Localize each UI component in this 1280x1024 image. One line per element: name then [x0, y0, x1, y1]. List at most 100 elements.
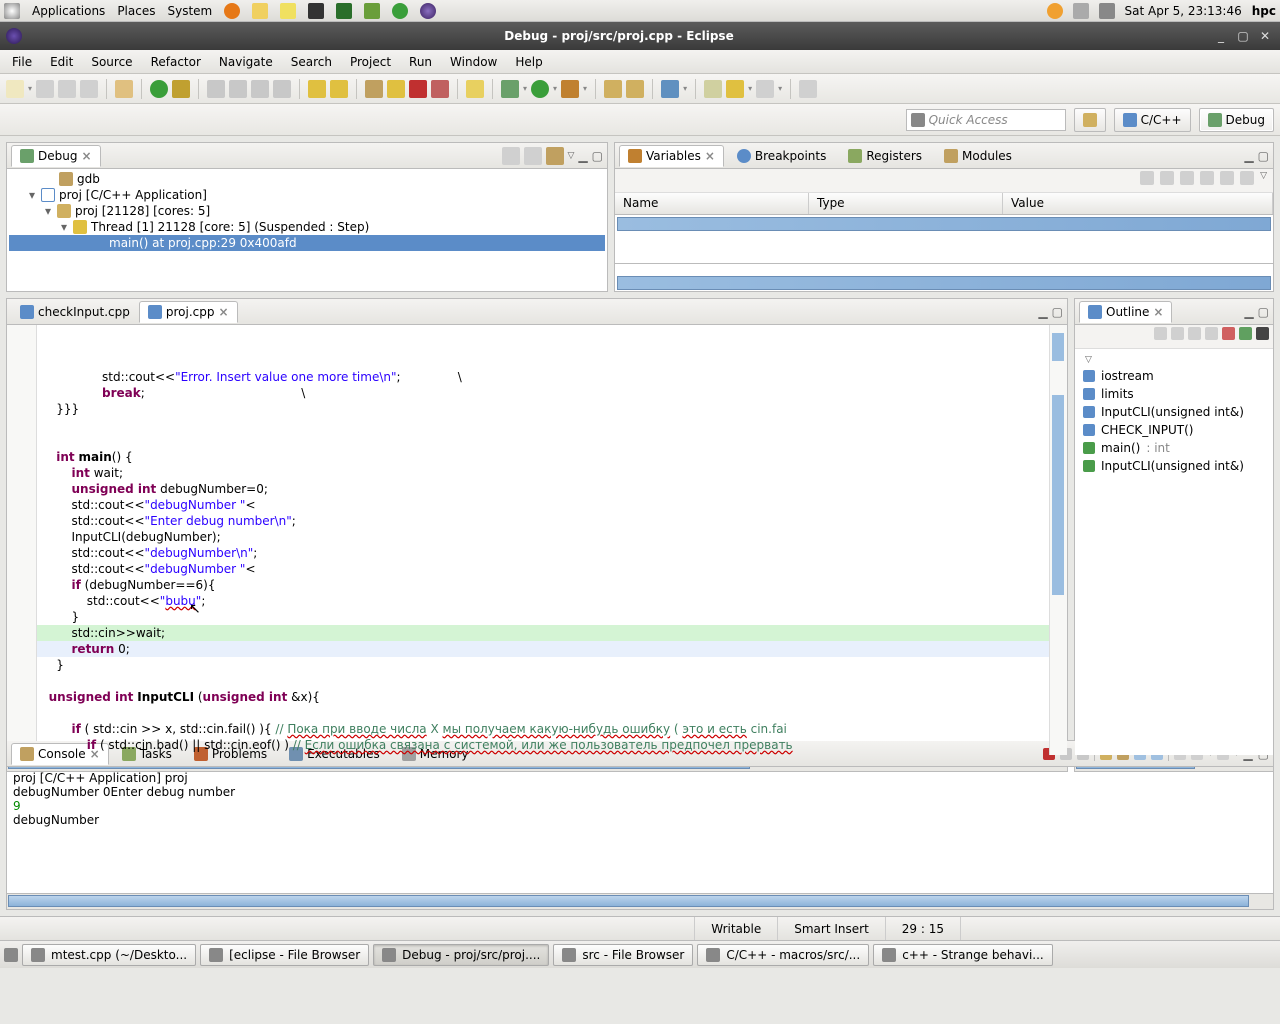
- code-line[interactable]: unsigned int InputCLI (unsigned int &x){: [37, 689, 1049, 705]
- code-line[interactable]: std::cout<<"debugNumber\n";: [37, 545, 1049, 561]
- taskbar-item[interactable]: mtest.cpp (~/Deskto...: [22, 944, 196, 966]
- menu-applications[interactable]: Applications: [32, 4, 105, 18]
- view-menu-icon[interactable]: ▽: [568, 151, 575, 161]
- code-line[interactable]: std::cout<<"debugNumber "<: [37, 497, 1049, 513]
- outline-item[interactable]: InputCLI(unsigned int&): [1079, 403, 1269, 421]
- code-line[interactable]: }: [37, 609, 1049, 625]
- taskbar-item[interactable]: C/C++ - macros/src/...: [697, 944, 869, 966]
- outline-tb-3[interactable]: [1188, 327, 1201, 340]
- outline-item[interactable]: main() : int: [1079, 439, 1269, 457]
- app-icon-3[interactable]: [336, 3, 352, 19]
- outline-item[interactable]: InputCLI(unsigned int&): [1079, 457, 1269, 475]
- close-button[interactable]: ✕: [1256, 27, 1274, 45]
- vars-scrollbar-2[interactable]: [617, 276, 1271, 290]
- collapse-all-icon[interactable]: ▽: [1079, 353, 1269, 367]
- code-line[interactable]: std::cout<<"debugNumber "<: [37, 561, 1049, 577]
- registers-tab[interactable]: Registers: [839, 145, 931, 166]
- col-type[interactable]: Type: [809, 193, 1003, 214]
- editor-tab-checkinput[interactable]: checkInput.cpp: [11, 301, 139, 322]
- vars-tb-5[interactable]: [1220, 171, 1234, 185]
- weather-icon[interactable]: [1047, 3, 1063, 19]
- minimize-view-icon[interactable]: ▁: [1244, 149, 1253, 163]
- vars-tb-6[interactable]: [1240, 171, 1254, 185]
- nav-fwd-icon[interactable]: [330, 80, 348, 98]
- minimize-view-icon[interactable]: ▁: [1244, 305, 1253, 319]
- maximize-view-icon[interactable]: ▢: [1258, 305, 1269, 319]
- code-line[interactable]: break; \: [37, 385, 1049, 401]
- code-line[interactable]: std::cin>>wait;: [37, 625, 1049, 641]
- modules-tab[interactable]: Modules: [935, 145, 1021, 166]
- restart-icon[interactable]: [431, 80, 449, 98]
- save-icon[interactable]: [36, 80, 54, 98]
- maximize-view-icon[interactable]: ▢: [1258, 149, 1269, 163]
- resume-icon[interactable]: [150, 80, 168, 98]
- breakpoints-tab[interactable]: Breakpoints: [728, 145, 835, 166]
- overview-ruler[interactable]: [1049, 325, 1067, 755]
- code-line[interactable]: int main() {: [37, 449, 1049, 465]
- code-line[interactable]: unsigned int debugNumber=0;: [37, 481, 1049, 497]
- menu-navigate[interactable]: Navigate: [211, 53, 281, 71]
- outline-tb-4[interactable]: [1205, 327, 1218, 340]
- outline-tb-5[interactable]: [1222, 327, 1235, 340]
- taskbar-item[interactable]: src - File Browser: [553, 944, 693, 966]
- step-icon-1[interactable]: [229, 80, 247, 98]
- open-task-icon[interactable]: [626, 80, 644, 98]
- app-icon-4[interactable]: [364, 3, 380, 19]
- build-icon[interactable]: [115, 80, 133, 98]
- maximize-button[interactable]: ▢: [1234, 27, 1252, 45]
- code-line[interactable]: if ( std::cin >> x, std::cin.fail() ){ /…: [37, 721, 1049, 737]
- close-icon[interactable]: ×: [81, 149, 91, 163]
- editor-gutter[interactable]: [7, 325, 37, 755]
- code-line[interactable]: std::cout<<"bubu";: [37, 593, 1049, 609]
- outline-item[interactable]: limits: [1079, 385, 1269, 403]
- step-icon-3[interactable]: [273, 80, 291, 98]
- tree-gdb[interactable]: gdb: [9, 171, 605, 187]
- menu-file[interactable]: File: [4, 53, 40, 71]
- code-line[interactable]: if ( std::cin.bad() || std::cin.eof() ) …: [37, 737, 1049, 753]
- editor-tab-proj[interactable]: proj.cpp ×: [139, 301, 238, 323]
- quick-access-input[interactable]: Quick Access: [906, 109, 1066, 131]
- minimize-view-icon[interactable]: ▁: [1038, 305, 1047, 319]
- code-line[interactable]: std::cout<<"Enter debug number\n";: [37, 513, 1049, 529]
- outline-item[interactable]: CHECK_INPUT(): [1079, 421, 1269, 439]
- console-body[interactable]: proj [C/C++ Application] proj debugNumbe…: [7, 767, 1273, 893]
- tree-frame[interactable]: main() at proj.cpp:29 0x400afd: [9, 235, 605, 251]
- run-icon[interactable]: [531, 80, 549, 98]
- disconnect-icon[interactable]: [207, 80, 225, 98]
- terminate-icon[interactable]: [409, 80, 427, 98]
- outline-tb-6[interactable]: [1239, 327, 1252, 340]
- code-line[interactable]: [37, 417, 1049, 433]
- eclipse-launcher-icon[interactable]: [420, 3, 436, 19]
- search-icon[interactable]: [661, 80, 679, 98]
- close-icon[interactable]: ×: [1153, 305, 1163, 319]
- user-menu[interactable]: hpc: [1252, 4, 1276, 18]
- code-line[interactable]: [37, 433, 1049, 449]
- minimize-button[interactable]: _: [1212, 27, 1230, 45]
- menu-help[interactable]: Help: [507, 53, 550, 71]
- menu-edit[interactable]: Edit: [42, 53, 81, 71]
- clock[interactable]: Sat Apr 5, 23:13:46: [1125, 4, 1242, 18]
- suspend-icon[interactable]: [172, 80, 190, 98]
- menu-window[interactable]: Window: [442, 53, 505, 71]
- perspective-debug[interactable]: Debug: [1199, 108, 1274, 132]
- outline-item[interactable]: iostream: [1079, 367, 1269, 385]
- app-icon-1[interactable]: [252, 3, 268, 19]
- menu-source[interactable]: Source: [83, 53, 140, 71]
- debug-tab[interactable]: Debug ×: [11, 145, 101, 167]
- code-line[interactable]: return 0;: [37, 641, 1049, 657]
- menu-search[interactable]: Search: [283, 53, 340, 71]
- tree-thread[interactable]: ▾Thread [1] 21128 [core: 5] (Suspended :…: [9, 219, 605, 235]
- maximize-view-icon[interactable]: ▢: [1052, 305, 1063, 319]
- app-icon-2[interactable]: [280, 3, 296, 19]
- skip-bp-icon[interactable]: [365, 80, 383, 98]
- menu-run[interactable]: Run: [401, 53, 440, 71]
- code-line[interactable]: }}}: [37, 401, 1049, 417]
- debug-tb-2[interactable]: [524, 147, 542, 165]
- outline-tb-7[interactable]: [1256, 327, 1269, 340]
- code-line[interactable]: [37, 673, 1049, 689]
- vars-tb-3[interactable]: [1180, 171, 1194, 185]
- open-perspective-button[interactable]: [1074, 108, 1106, 132]
- debug-tb-1[interactable]: [502, 147, 520, 165]
- debug-icon[interactable]: [501, 80, 519, 98]
- save-all-icon[interactable]: [58, 80, 76, 98]
